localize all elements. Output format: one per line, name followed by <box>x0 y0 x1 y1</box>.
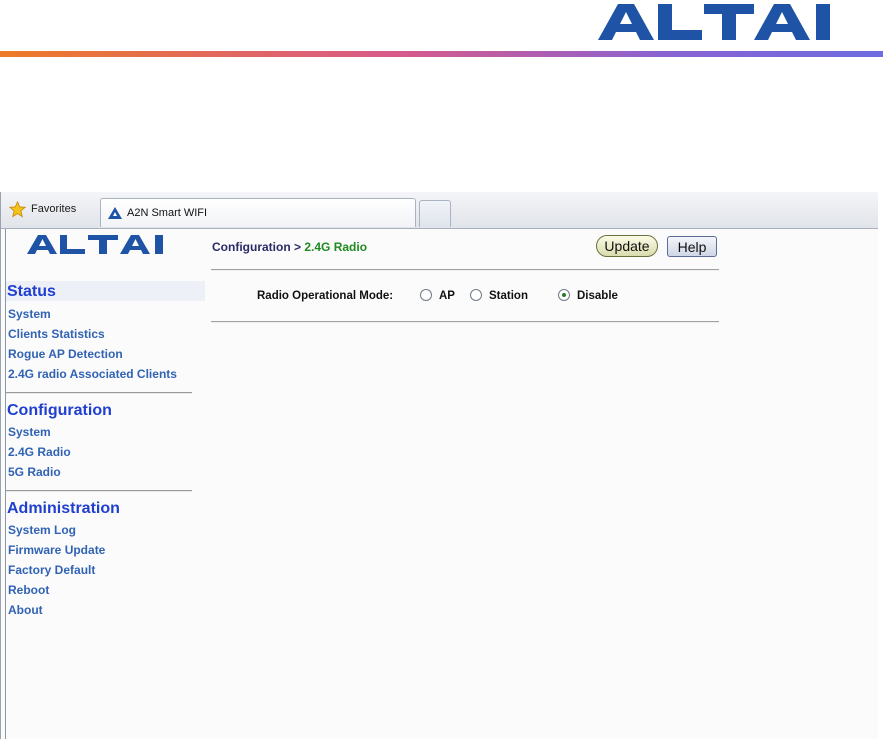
sidebar-item-config-system[interactable]: System <box>8 424 51 440</box>
breadcrumb-parent: Configuration <box>212 240 291 254</box>
update-button[interactable]: Update <box>596 235 658 257</box>
radio-ap[interactable] <box>420 289 432 301</box>
altai-logo-small <box>27 235 163 254</box>
sidebar-section-status: Status <box>7 283 56 300</box>
frame-border <box>5 229 6 739</box>
radio-station-label: Station <box>489 290 528 302</box>
sidebar-item-reboot[interactable]: Reboot <box>8 582 49 598</box>
radio-ap-label: AP <box>439 290 455 302</box>
sidebar-item-rogue-ap-detection[interactable]: Rogue AP Detection <box>8 346 123 362</box>
breadcrumb-separator: > <box>294 240 302 254</box>
radio-mode-label: Radio Operational Mode: <box>257 290 394 302</box>
sidebar-item-clients-statistics[interactable]: Clients Statistics <box>8 326 105 342</box>
sidebar-item-system-log[interactable]: System Log <box>8 522 76 538</box>
sidebar-item-about[interactable]: About <box>8 602 43 618</box>
tab-title: A2N Smart WIFI <box>127 207 208 219</box>
radio-station[interactable] <box>470 289 482 301</box>
altai-favicon <box>108 207 122 219</box>
browser-window: Favorites A2N Smart WIFI Status System C… <box>0 192 878 739</box>
sidebar-divider <box>6 490 192 492</box>
sidebar-item-24g-radio[interactable]: 2.4G Radio <box>8 444 71 460</box>
sidebar-logo <box>25 234 185 255</box>
sidebar-item-associated-clients[interactable]: 2.4G radio Associated Clients <box>8 366 177 382</box>
breadcrumb-current: 2.4G Radio <box>304 240 368 254</box>
content-divider-bottom <box>211 321 719 323</box>
sidebar-section-administration: Administration <box>7 500 120 517</box>
favorites-label: Favorites <box>31 203 77 215</box>
altai-logo <box>594 2 849 42</box>
altai-logo-image <box>598 4 830 40</box>
sidebar-item-5g-radio[interactable]: 5G Radio <box>8 464 61 480</box>
sidebar-item-status-system[interactable]: System <box>8 306 51 322</box>
tab-bar: Favorites A2N Smart WIFI <box>1 192 878 229</box>
breadcrumb: Configuration > 2.4G Radio <box>212 240 367 254</box>
browser-tab[interactable]: A2N Smart WIFI <box>100 198 416 227</box>
star-icon <box>9 200 26 218</box>
sidebar-item-factory-default[interactable]: Factory Default <box>8 562 95 578</box>
radio-disable[interactable] <box>558 289 570 301</box>
favorites-button[interactable]: Favorites <box>9 199 76 219</box>
radio-disable-label: Disable <box>577 290 618 302</box>
sidebar-divider <box>6 392 192 394</box>
new-tab-button[interactable] <box>419 200 451 227</box>
header-gradient-rule <box>0 51 883 57</box>
sidebar-section-configuration: Configuration <box>7 402 112 419</box>
content-divider-top <box>211 269 719 271</box>
sidebar-item-firmware-update[interactable]: Firmware Update <box>8 542 105 558</box>
help-button[interactable]: Help <box>667 236 717 257</box>
